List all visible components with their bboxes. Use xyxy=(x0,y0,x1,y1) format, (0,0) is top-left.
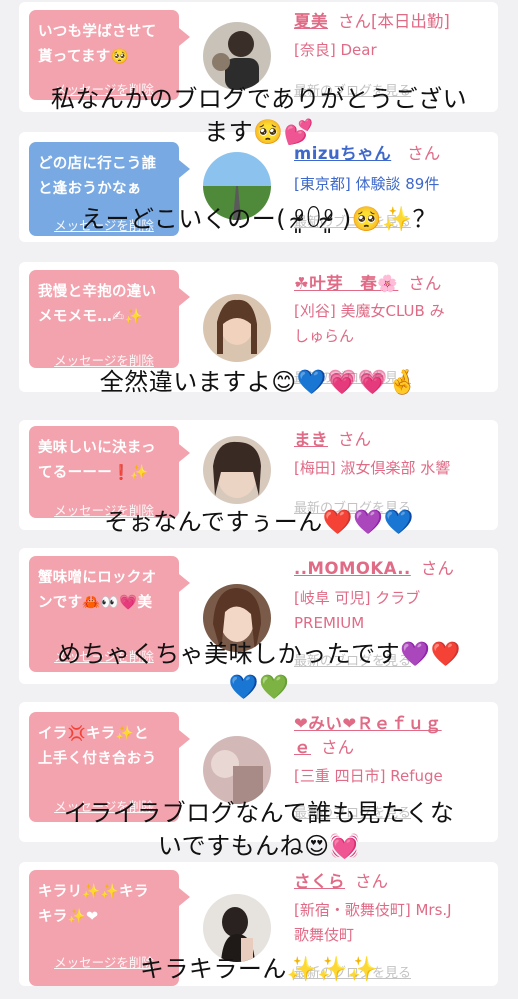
honorific: さん xyxy=(338,12,371,31)
caption-line: イライラブログなんて誰も見たくな xyxy=(63,799,455,827)
shop-info: [梅田] 淑女倶楽部 水響 xyxy=(294,459,451,477)
entry-info: ❤みい❤Ｒｅｆｕｇ ｅ さん [三重 四日市] Refuge xyxy=(294,712,490,789)
caption-line: 私なんかのブログでありがとうござい xyxy=(50,85,468,113)
entry-info: さくら さん [新宿・歌舞伎町] Mrs.J 歌舞伎町 xyxy=(294,870,490,948)
caption-overlay: 全然違いますよ😊💙💗💗🤞 xyxy=(0,366,518,399)
message-line: キラリ✨✨キラ xyxy=(38,884,149,900)
therapist-name-link[interactable]: さくら xyxy=(294,872,345,891)
shop-info: [刈谷] 美魔女CLUB み xyxy=(294,302,445,320)
caption-line: めちゃくちゃ美味しかったです💜❤️ xyxy=(57,640,461,668)
shop-info-cont: 歌舞伎町 xyxy=(294,926,355,944)
entry-info: ..MOMOKA.. さん [岐阜 可児] クラブ PREMIUM xyxy=(294,557,490,636)
caption-overlay: キラキラーん✨✨✨ xyxy=(0,953,518,986)
message-line: と逢おうかなぁ xyxy=(38,181,142,197)
shop-info: [三重 四日市] Refuge xyxy=(294,767,443,785)
shop-info: [岐阜 可児] クラブ xyxy=(294,589,421,607)
honorific: さん xyxy=(420,559,454,578)
caption-line: いですもんね😍💓 xyxy=(157,832,361,860)
therapist-name-link-cont[interactable]: ｅ xyxy=(294,738,311,757)
message-line: 貰ってます🥺 xyxy=(38,49,129,65)
honorific: さん xyxy=(408,274,442,293)
shop-info: [奈良] Dear xyxy=(294,41,377,59)
caption-line: ます🥺💕 xyxy=(204,118,314,146)
entry-info: 夏美 さん[本日出勤] [奈良] Dear xyxy=(294,10,490,63)
avatar[interactable] xyxy=(203,436,271,504)
message-line: 蟹味噌にロックオ xyxy=(38,570,157,586)
caption-overlay: イライラブログなんて誰も見たくな いですもんね😍💓 xyxy=(0,797,518,863)
message-line: 我慢と辛抱の違い xyxy=(38,284,157,300)
caption-line: キラキラーん✨✨✨ xyxy=(139,955,379,983)
honorific: さん xyxy=(338,430,371,449)
message-line: メモメモ…✍✨ xyxy=(38,309,143,325)
caption-overlay: 私なんかのブログでありがとうござい ます🥺💕 xyxy=(0,83,518,149)
message-line: 上手く付き合おう xyxy=(38,751,157,767)
therapist-name-link[interactable]: ☘叶芽 春🌸 xyxy=(294,274,398,293)
message-line: イラ💢キラ✨と xyxy=(38,726,149,742)
shop-info: [東京都] 体験談 89件 xyxy=(294,175,440,193)
entry-info: ☘叶芽 春🌸 さん [刈谷] 美魔女CLUB み しゅらん xyxy=(294,272,490,349)
caption-line: 全然違いますよ😊💙💗💗🤞 xyxy=(99,368,419,396)
caption-line: えーどこいくのー( ⁰̷̴͈꒨⁰̷̴͈ )🥺✨？ xyxy=(80,205,438,233)
therapist-name-link[interactable]: ❤みい❤Ｒｅｆｕｇ xyxy=(294,714,442,733)
caption-line: そぉなんですぅーん❤️💜💙 xyxy=(104,508,414,536)
therapist-name-link[interactable]: まき xyxy=(294,430,328,449)
shop-info: [新宿・歌舞伎町] Mrs.J xyxy=(294,901,452,919)
caption-overlay: えーどこいくのー( ⁰̷̴͈꒨⁰̷̴͈ )🥺✨？ xyxy=(0,203,518,236)
message-line: いつも学ばさせて xyxy=(38,24,157,40)
entry-info: まき さん [梅田] 淑女倶楽部 水響 xyxy=(294,428,490,481)
message-bubble: 美味しいに決まっ てるーーー❗️✨ メッセージを削除 xyxy=(29,426,190,518)
message-line: キラ✨❤ xyxy=(38,909,99,925)
message-line: 美味しいに決まっ xyxy=(38,440,156,456)
work-status: [本日出勤] xyxy=(371,12,450,31)
avatar[interactable] xyxy=(203,294,271,362)
message-bubble: 我慢と辛抱の違い メモメモ…✍✨ メッセージを削除 xyxy=(29,270,190,368)
avatar[interactable] xyxy=(203,736,271,804)
honorific: さん xyxy=(321,738,354,757)
therapist-name-link[interactable]: 夏美 xyxy=(294,12,328,31)
avatar[interactable] xyxy=(203,22,271,90)
shop-info-cont: PREMIUM xyxy=(294,614,365,632)
message-line: てるーーー❗️✨ xyxy=(38,465,149,481)
message-line: どの店に行こう誰 xyxy=(38,156,157,172)
caption-line: 💙💚 xyxy=(228,673,290,701)
message-line: ンです🦀👀💗美 xyxy=(38,595,153,611)
therapist-name-link[interactable]: ..MOMOKA.. xyxy=(294,559,411,578)
honorific: さん xyxy=(355,872,388,891)
entry-info: mizuちゃん さん [東京都] 体験談 89件 xyxy=(294,142,490,197)
caption-overlay: めちゃくちゃ美味しかったです💜❤️ 💙💚 xyxy=(0,638,518,704)
shop-info-cont: しゅらん xyxy=(294,327,355,345)
avatar[interactable] xyxy=(203,894,271,962)
caption-overlay: そぉなんですぅーん❤️💜💙 xyxy=(0,506,518,539)
